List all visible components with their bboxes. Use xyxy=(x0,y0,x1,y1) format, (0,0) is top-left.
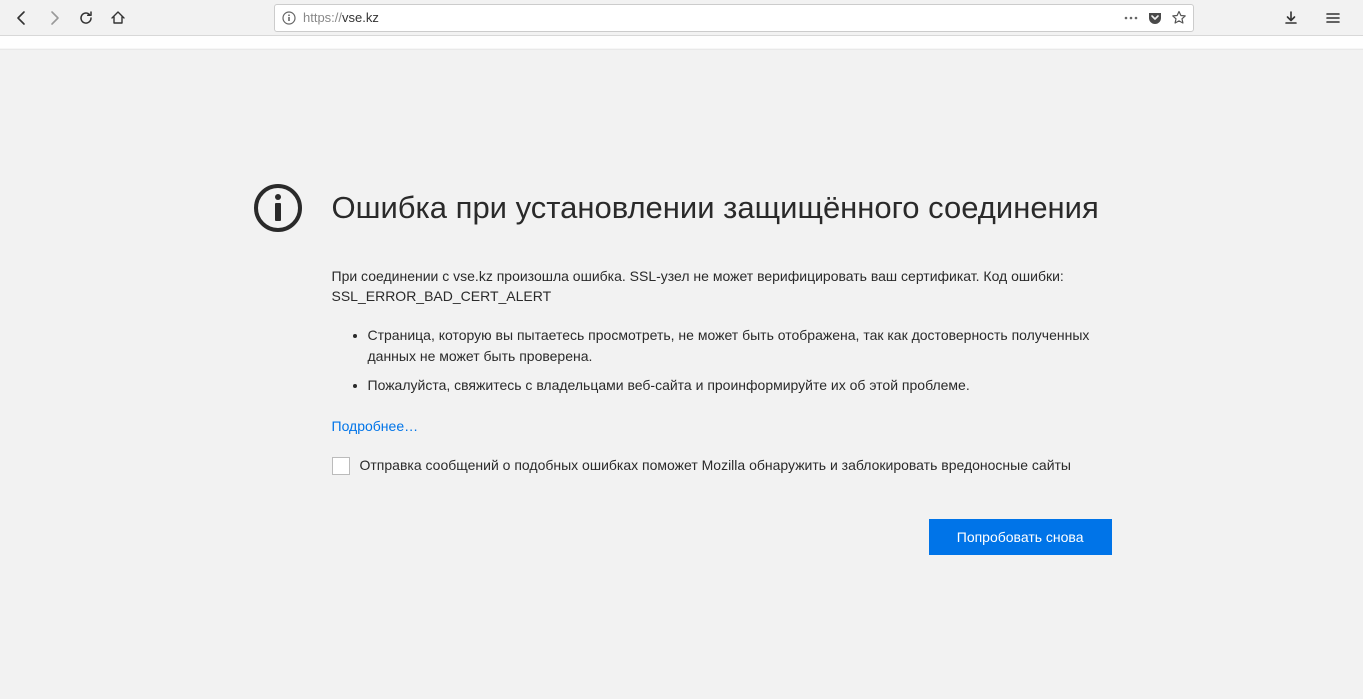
hamburger-icon xyxy=(1325,10,1341,26)
retry-button[interactable]: Попробовать снова xyxy=(929,519,1112,555)
error-info-icon xyxy=(252,182,304,239)
menu-button[interactable] xyxy=(1319,4,1347,32)
more-icon[interactable] xyxy=(1123,10,1139,26)
arrow-right-icon xyxy=(46,10,62,26)
error-description: При соединении с vse.kz произошла ошибка… xyxy=(332,266,1112,307)
identity-info-icon[interactable] xyxy=(281,10,297,26)
learn-more-link[interactable]: Подробнее… xyxy=(332,418,419,434)
page-content: Ошибка при установлении защищённого соед… xyxy=(0,50,1363,555)
arrow-left-icon xyxy=(14,10,30,26)
error-title: Ошибка при установлении защищённого соед… xyxy=(332,190,1112,226)
home-icon xyxy=(110,10,126,26)
error-bullet-list: Страница, которую вы пытаетесь просмотре… xyxy=(368,325,1112,396)
report-checkbox[interactable] xyxy=(332,457,350,475)
error-container: Ошибка при установлении защищённого соед… xyxy=(252,190,1112,555)
url-text: https://vse.kz xyxy=(303,5,1117,31)
back-button[interactable] xyxy=(8,4,36,32)
downloads-button[interactable] xyxy=(1277,4,1305,32)
browser-toolbar: https://vse.kz xyxy=(0,0,1363,36)
bookmark-star-icon[interactable] xyxy=(1171,10,1187,26)
forward-button[interactable] xyxy=(40,4,68,32)
error-bullet: Страница, которую вы пытаетесь просмотре… xyxy=(368,325,1112,367)
home-button[interactable] xyxy=(104,4,132,32)
url-bar[interactable]: https://vse.kz xyxy=(274,4,1194,32)
toolbar-shadow xyxy=(0,36,1363,50)
reload-button[interactable] xyxy=(72,4,100,32)
download-icon xyxy=(1283,10,1299,26)
report-row: Отправка сообщений о подобных ошибках по… xyxy=(332,456,1112,476)
pocket-icon[interactable] xyxy=(1147,10,1163,26)
report-label: Отправка сообщений о подобных ошибках по… xyxy=(360,456,1071,476)
error-bullet: Пожалуйста, свяжитесь с владельцами веб-… xyxy=(368,375,1112,396)
reload-icon xyxy=(78,10,94,26)
